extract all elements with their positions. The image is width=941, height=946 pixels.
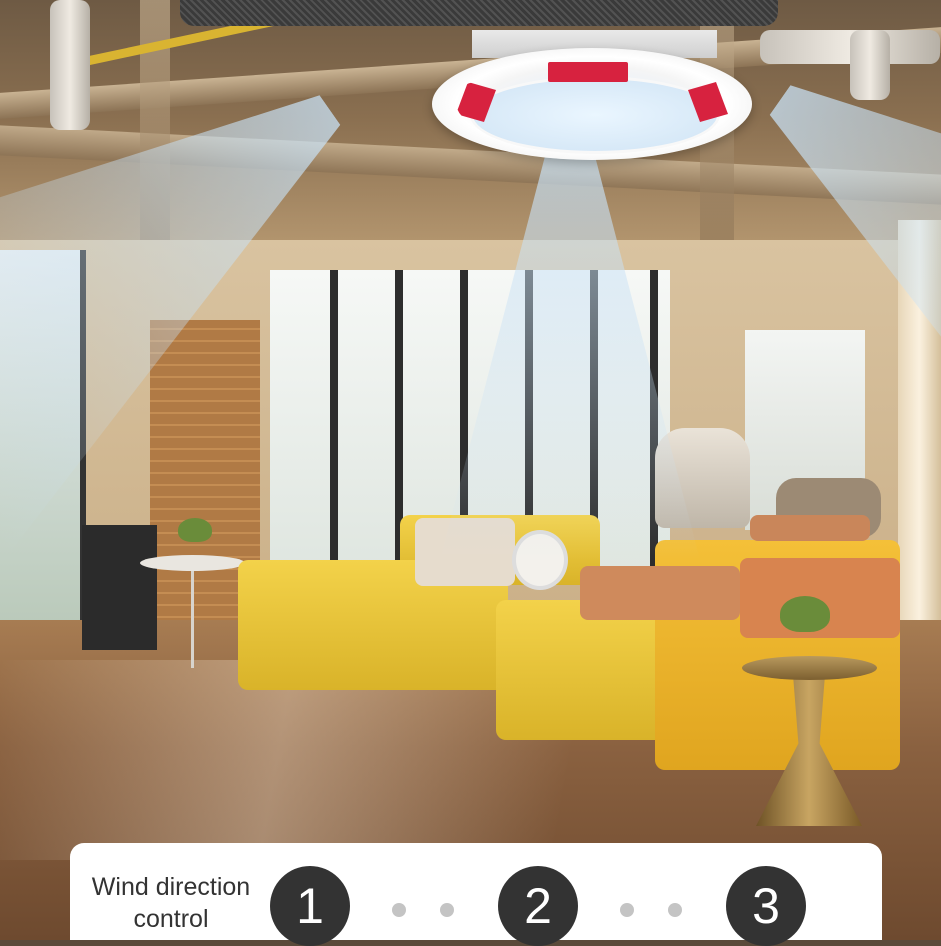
black-cabinet	[82, 525, 157, 650]
separator-dot	[392, 903, 406, 917]
white-duct	[850, 30, 890, 100]
gold-table-top	[742, 656, 877, 680]
window-mullion	[330, 270, 338, 570]
direction-step-1[interactable]: 1	[270, 866, 350, 946]
ac-air-outlet	[470, 76, 720, 154]
wind-direction-label: Wind direction control	[91, 873, 251, 933]
direction-step-2[interactable]: 2	[498, 866, 578, 946]
side-table-leg	[191, 568, 194, 668]
title-banner: Other brand	[180, 0, 778, 26]
separator-dot	[668, 903, 682, 917]
red-vent	[548, 62, 628, 82]
room-scene	[0, 0, 941, 940]
wind-direction-card: Wind direction control 1 2 3	[70, 843, 882, 946]
banner-title: Other brand	[180, 0, 778, 8]
separator-dot	[620, 903, 634, 917]
side-table	[140, 555, 245, 571]
white-duct	[50, 0, 90, 130]
plant	[178, 518, 212, 542]
direction-step-3[interactable]: 3	[726, 866, 806, 946]
plant	[780, 596, 830, 632]
separator-dot	[440, 903, 454, 917]
cushion	[750, 515, 870, 541]
cushion	[580, 566, 740, 620]
